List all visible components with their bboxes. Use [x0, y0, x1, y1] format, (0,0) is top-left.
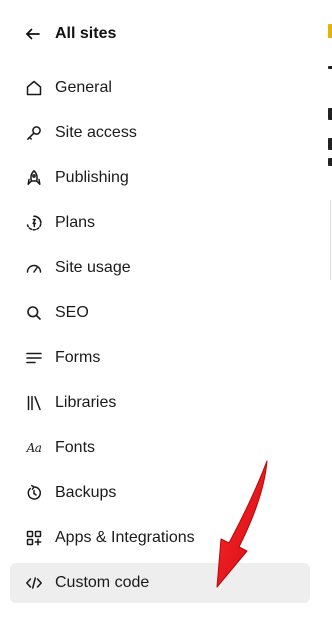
arrow-left-icon [24, 25, 42, 43]
nav-item-label: Custom code [55, 574, 150, 591]
nav-item-apps-integrations[interactable]: Apps & Integrations [10, 518, 310, 558]
nav-item-custom-code[interactable]: Custom code [10, 563, 310, 603]
code-icon [24, 573, 44, 593]
nav-item-site-usage[interactable]: Site usage [10, 248, 310, 288]
edge-fragment [328, 158, 332, 166]
rocket-icon [24, 168, 44, 188]
nav-item-label: Site access [55, 124, 137, 141]
nav-item-seo[interactable]: SEO [10, 293, 310, 333]
settings-sidebar: All sites General Site access Publishing… [0, 0, 320, 629]
nav-item-label: Forms [55, 349, 101, 366]
nav-item-label: Site usage [55, 259, 131, 276]
nav-item-label: Backups [55, 484, 117, 501]
main-content-edge [320, 0, 332, 629]
all-sites-label: All sites [55, 25, 117, 42]
fonts-icon-glyph: Aa [26, 441, 42, 455]
edge-fragment [328, 66, 332, 69]
search-icon [24, 303, 44, 323]
home-icon [24, 78, 44, 98]
libraries-icon [24, 393, 44, 413]
nav-item-plans[interactable]: Plans [10, 203, 310, 243]
nav-item-label: SEO [55, 304, 89, 321]
settings-nav: General Site access Publishing Plans Sit… [10, 68, 310, 608]
nav-item-label: Publishing [55, 169, 129, 186]
nav-item-label: Apps & Integrations [55, 529, 195, 546]
edge-divider [330, 200, 331, 280]
apps-icon [24, 528, 44, 548]
edge-fragment [328, 108, 332, 120]
gauge-icon [24, 258, 44, 278]
nav-item-backups[interactable]: Backups [10, 473, 310, 513]
nav-item-label: Libraries [55, 394, 117, 411]
nav-item-forms[interactable]: Forms [10, 338, 310, 378]
settings-page: All sites General Site access Publishing… [0, 0, 332, 629]
edge-fragment [328, 138, 332, 150]
nav-item-general[interactable]: General [10, 68, 310, 108]
nav-item-libraries[interactable]: Libraries [10, 383, 310, 423]
edge-fragment [328, 24, 332, 38]
nav-item-fonts[interactable]: Aa Fonts [10, 428, 310, 468]
fonts-icon: Aa [24, 438, 44, 458]
forms-icon [24, 348, 44, 368]
backup-icon [24, 483, 44, 503]
nav-item-label: General [55, 79, 112, 96]
nav-item-site-access[interactable]: Site access [10, 113, 310, 153]
nav-item-label: Plans [55, 214, 96, 231]
nav-item-label: Fonts [55, 439, 96, 456]
plans-icon [24, 213, 44, 233]
key-icon [24, 123, 44, 143]
nav-item-publishing[interactable]: Publishing [10, 158, 310, 198]
all-sites-back-link[interactable]: All sites [24, 20, 116, 48]
